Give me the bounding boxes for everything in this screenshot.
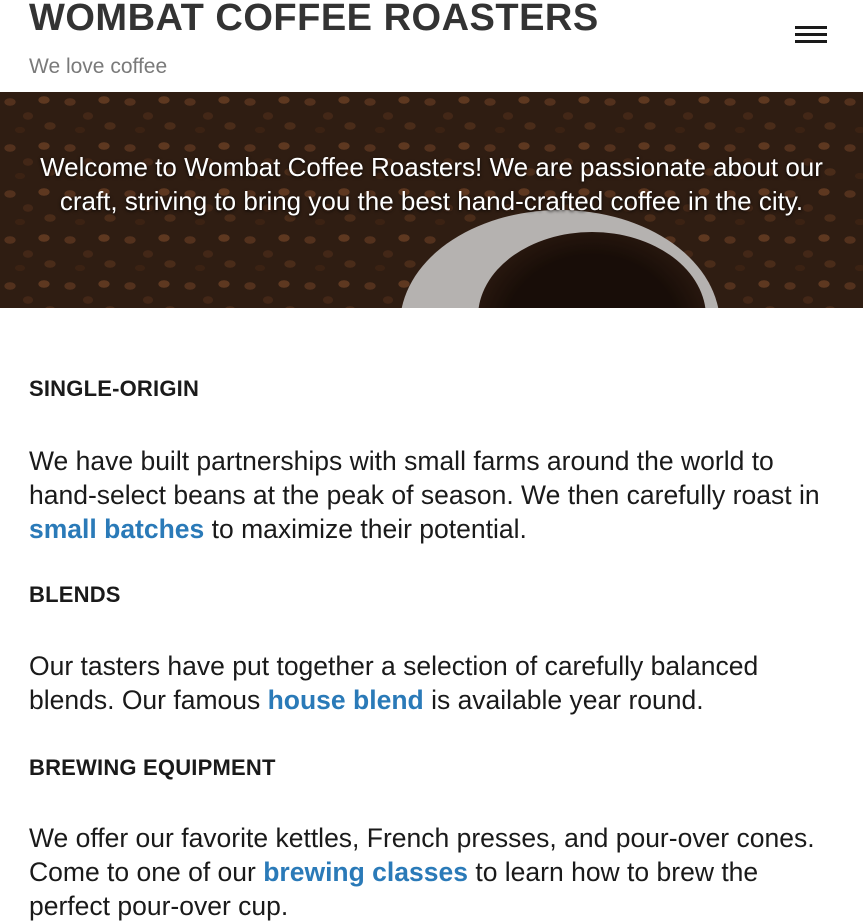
section-body-brewing-equipment: We offer our favorite kettles, French pr… [29,821,829,923]
body-text: We have built partnerships with small fa… [29,446,820,510]
menu-bar [795,33,827,36]
hero-welcome-text: Welcome to Wombat Coffee Roasters! We ar… [40,152,823,216]
section-body-single-origin: We have built partnerships with small fa… [29,444,829,546]
body-text: to maximize their potential. [204,514,527,544]
section-body-blends: Our tasters have put together a selectio… [29,649,829,717]
brewing-classes-link[interactable]: brewing classes [263,857,468,887]
menu-bar [795,26,827,29]
section-heading-brewing-equipment: BREWING EQUIPMENT [29,755,276,780]
section-heading-blends: BLENDS [29,582,121,607]
hero-banner: Welcome to Wombat Coffee Roasters! We ar… [0,92,863,308]
menu-bar [795,40,827,43]
house-blend-link[interactable]: house blend [268,685,424,715]
hamburger-menu-icon[interactable] [787,18,835,52]
small-batches-link[interactable]: small batches [29,514,204,544]
site-tagline: We love coffee [29,55,168,78]
section-heading-single-origin: SINGLE-ORIGIN [29,376,200,401]
body-text: is available year round. [423,685,704,715]
site-header: WOMBAT COFFEE ROASTERS We love coffee [0,0,863,92]
site-title[interactable]: WOMBAT COFFEE ROASTERS [29,0,599,40]
